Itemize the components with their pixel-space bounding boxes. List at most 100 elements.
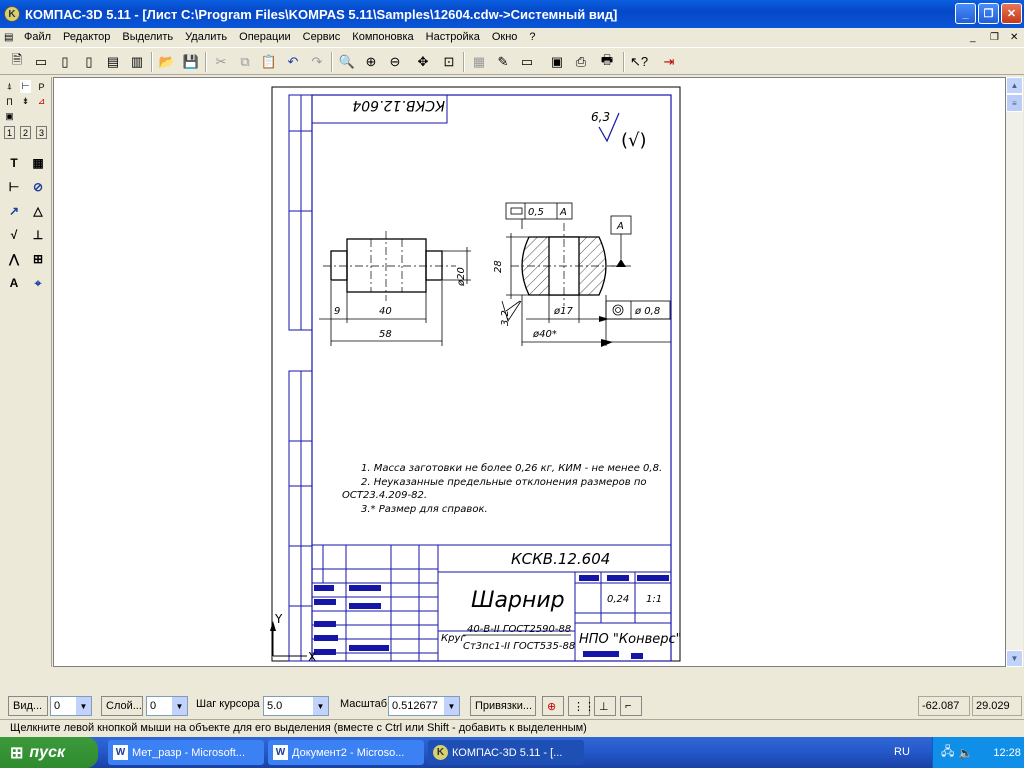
tab-3[interactable]: 3 [36, 126, 47, 139]
exit-icon[interactable]: ⇥ [658, 51, 680, 73]
status-toolbar: Вид... 0 ▼ Слой... 0 ▼ Шаг курсора 5.0 ▼ Ма… [0, 693, 1024, 717]
copy-icon[interactable]: ⧉ [234, 51, 256, 73]
snaps-button[interactable]: Привязки... [470, 696, 536, 716]
grid-icon[interactable]: ⋮⋮ [568, 696, 595, 716]
drawing-svg: 9 40 58 ø20 0,5 А А ø 0,8 ø17 ø40* 28 3,… [270, 86, 682, 664]
dim-9-label: 9 [334, 306, 340, 317]
task-word-2[interactable]: W Документ2 - Microso... [268, 740, 424, 765]
linear-dimension-icon[interactable]: ⊢ [3, 176, 25, 198]
zoom-out-icon[interactable]: ⊖ [384, 51, 406, 73]
symbols-tab-icon[interactable]: P [36, 80, 47, 93]
print-preview-icon[interactable]: ⎙ [570, 51, 592, 73]
title-block-organization: НПО "Конверс" [579, 632, 682, 647]
local-cs-icon[interactable]: ⊥ [594, 696, 616, 716]
pan-icon[interactable]: ✥ [412, 51, 434, 73]
cursor-step-select[interactable]: 5.0 ▼ [263, 696, 329, 716]
scroll-thumb[interactable]: ≡ [1006, 94, 1023, 112]
menu-settings[interactable]: Настройка [420, 31, 486, 43]
new-sheet-icon[interactable]: ▯ [78, 51, 100, 73]
menu-operations[interactable]: Операции [233, 31, 296, 43]
tolerance-frame-icon[interactable]: ⊞ [27, 248, 49, 270]
center-mark-icon[interactable]: ⌖ [27, 272, 49, 294]
minimize-button[interactable]: _ [955, 3, 976, 24]
edit-tab-icon[interactable]: П [4, 95, 15, 108]
tab-1[interactable]: 1 [4, 126, 15, 139]
menu-window[interactable]: Окно [486, 31, 524, 43]
undo-icon[interactable]: ↶ [282, 51, 304, 73]
radius-dimension-icon[interactable]: ↗ [3, 200, 25, 222]
new-document-icon[interactable]: 🗎 [6, 51, 28, 73]
menu-file[interactable]: Файл [18, 31, 57, 43]
paste-icon[interactable]: 📋 [258, 51, 280, 73]
properties-icon[interactable]: ▦ [468, 51, 490, 73]
maximize-button[interactable]: ❐ [978, 3, 999, 24]
save-icon[interactable]: 💾 [180, 51, 202, 73]
geometry-tab-icon[interactable]: ⍋ [4, 80, 15, 93]
angle-dimension-icon[interactable]: △ [27, 200, 49, 222]
doc-close-button[interactable]: ✕ [1010, 32, 1018, 43]
open-icon[interactable]: 📂 [156, 51, 178, 73]
params-tab-icon[interactable]: ⇟ [20, 95, 31, 108]
snap-settings-icon[interactable]: ⊕ [542, 696, 564, 716]
diameter-dimension-icon[interactable]: ⊘ [27, 176, 49, 198]
tab-2[interactable]: 2 [20, 126, 31, 139]
language-indicator[interactable]: RU [894, 746, 910, 758]
cursor-step-label: Шаг курсора [196, 698, 260, 710]
vertical-scrollbar[interactable]: ▲ ≡ ▼ [1006, 77, 1023, 667]
view-select[interactable]: 0 ▼ [50, 696, 92, 716]
doc-minimize-button[interactable]: _ [970, 32, 976, 43]
layer-select[interactable]: 0 ▼ [146, 696, 188, 716]
menu-layout[interactable]: Компоновка [346, 31, 419, 43]
menu-editor[interactable]: Редактор [57, 31, 116, 43]
dimensions-tab-icon[interactable]: ⊢ [20, 80, 31, 93]
roughness-value: 6,3 [591, 110, 610, 124]
task-kompas[interactable]: K КОМПАС-3D 5.11 - [... [428, 740, 584, 765]
zoom-all-icon[interactable]: ⊡ [438, 51, 460, 73]
measure-tab-icon[interactable]: ⊿ [36, 95, 47, 108]
new-drawing-icon[interactable]: ▭ [30, 51, 52, 73]
roughness-icon[interactable]: √ [3, 224, 25, 246]
zoom-icon[interactable]: 🔍 [336, 51, 358, 73]
doc-restore-button[interactable]: ❐ [990, 32, 999, 43]
select-tab-icon[interactable]: ▣ [4, 110, 15, 123]
position-marker-icon[interactable]: A [3, 272, 25, 294]
cut-icon[interactable]: ✂ [210, 51, 232, 73]
ortho-icon[interactable]: ⌐ [620, 696, 642, 716]
word-icon: W [113, 745, 128, 760]
edit-icon[interactable]: ✎ [492, 51, 514, 73]
coord-x: -62.087 [918, 696, 970, 716]
leader-icon[interactable]: ⋀ [3, 248, 25, 270]
text-tool-icon[interactable]: T [3, 152, 25, 174]
menu-delete[interactable]: Удалить [179, 31, 233, 43]
scroll-up-button[interactable]: ▲ [1006, 77, 1023, 94]
new-fragment-icon[interactable]: ▯ [54, 51, 76, 73]
start-button[interactable]: ⊞ пуск [0, 737, 98, 768]
layer-value: 0 [150, 700, 157, 712]
library-icon[interactable]: ▣ [546, 51, 568, 73]
new-text-icon[interactable]: ▤ [102, 51, 124, 73]
drawing-canvas[interactable]: 9 40 58 ø20 0,5 А А ø 0,8 ø17 ø40* 28 3,… [53, 77, 1006, 667]
task-word-1[interactable]: W Мет_разр - Microsoft... [108, 740, 264, 765]
menu-help[interactable]: ? [523, 31, 541, 43]
material-spec-2: Ст3пс1-II ГОСТ535-88 [463, 641, 575, 652]
menu-service[interactable]: Сервис [297, 31, 347, 43]
close-button[interactable]: ✕ [1001, 3, 1022, 24]
new-spec-icon[interactable]: ▥ [126, 51, 148, 73]
table-tool-icon[interactable]: ▦ [27, 152, 49, 174]
print-icon[interactable]: 🖶 [596, 51, 618, 73]
document-icon[interactable]: ▤ [0, 32, 18, 43]
scroll-down-button[interactable]: ▼ [1006, 650, 1023, 667]
zoom-in-icon[interactable]: ⊕ [360, 51, 382, 73]
window-icon[interactable]: ▭ [516, 51, 538, 73]
view-button[interactable]: Вид... [8, 696, 48, 716]
redo-icon[interactable]: ↷ [306, 51, 328, 73]
material-spec-1: 40-В-II ГОСТ2590-88 [467, 624, 571, 635]
volume-icon[interactable]: 🔈 [958, 746, 973, 760]
layer-button[interactable]: Слой... [101, 696, 143, 716]
help-cursor-icon[interactable]: ↖? [628, 51, 650, 73]
network-icon[interactable]: 🖧 [941, 742, 954, 763]
datum-icon[interactable]: ⊥ [27, 224, 49, 246]
word-icon: W [273, 745, 288, 760]
scale-select[interactable]: 0.512677 ▼ [388, 696, 460, 716]
menu-select[interactable]: Выделить [116, 31, 179, 43]
